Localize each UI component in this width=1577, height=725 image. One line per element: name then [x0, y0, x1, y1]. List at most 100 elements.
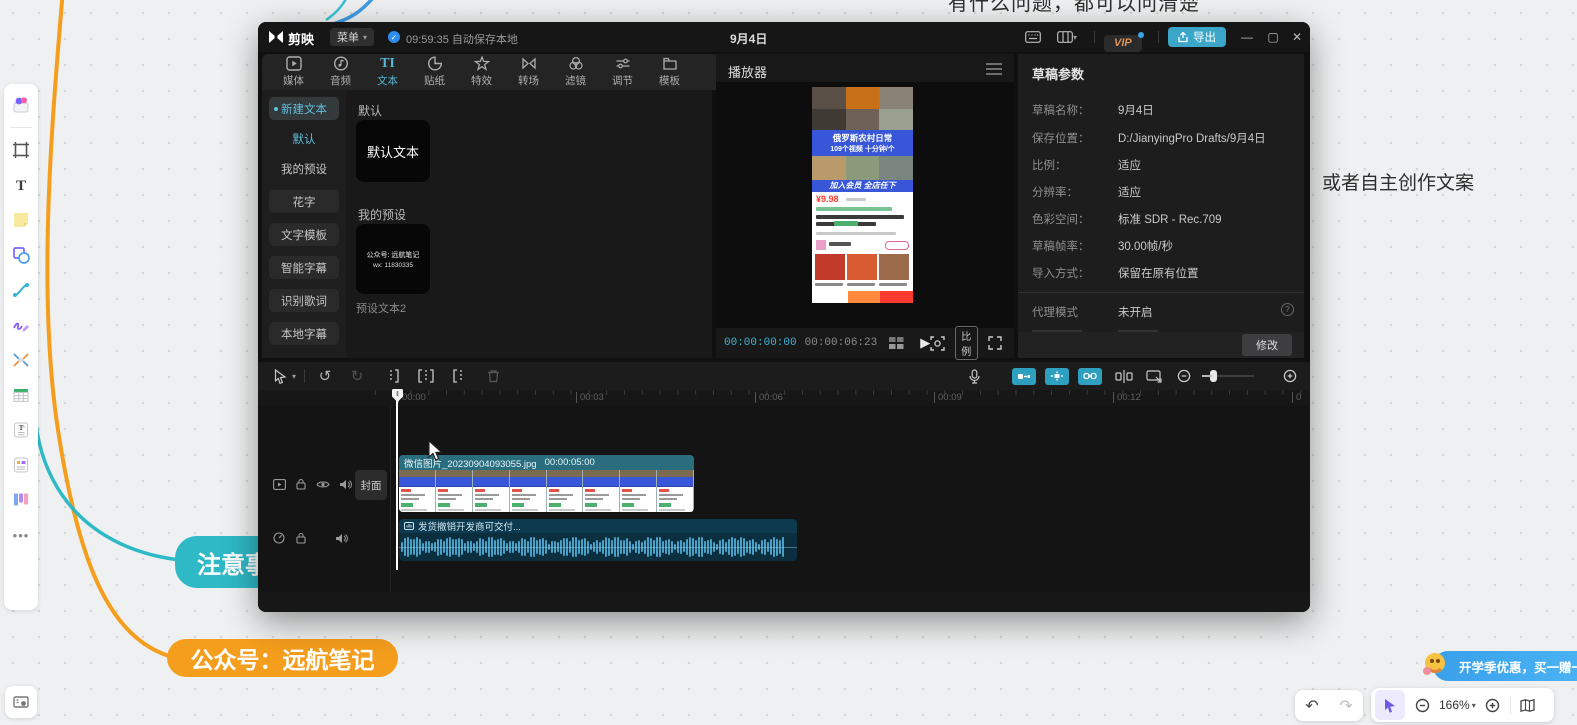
redo-icon[interactable]: ↷	[1331, 691, 1361, 721]
titlebar-divider	[1094, 31, 1095, 43]
sidebar-item-text-template[interactable]: 文字模板	[269, 223, 339, 246]
record-audio-icon[interactable]	[962, 365, 986, 387]
tool-templates[interactable]: 模板	[646, 56, 693, 88]
playhead-handle[interactable]	[392, 388, 403, 403]
undo-icon[interactable]: ↶	[1297, 691, 1327, 721]
playhead-line[interactable]	[396, 392, 398, 570]
zoom-out-icon[interactable]	[1407, 690, 1437, 720]
promo-banner[interactable]: 开学季优惠，买一赠一	[1433, 651, 1577, 681]
ruler-tick: 00:09	[934, 392, 962, 403]
default-text-card[interactable]: 默认文本	[356, 120, 430, 182]
modify-button[interactable]: 修改	[1242, 334, 1292, 356]
preset-text-card[interactable]: 公众号: 远航笔记 wx: 11830335	[356, 224, 430, 294]
whiteboard-canvas[interactable]: 有什么问题，都可以问清楚 ，或者自主创作文案 注意事 公众号：远航笔记 T T	[0, 0, 1577, 725]
tool-transition[interactable]: 转场	[505, 56, 552, 88]
export-button[interactable]: 导出	[1168, 27, 1226, 47]
tool-media[interactable]: 媒体	[270, 56, 317, 88]
timeline-toolbar: ▾ ↺ ↻	[258, 362, 1310, 390]
split-both-icon[interactable]	[414, 365, 438, 387]
menu-button[interactable]: 菜单▾	[330, 28, 374, 46]
presentation-settings-button[interactable]	[5, 686, 37, 718]
text-tool-icon[interactable]: T	[8, 172, 34, 198]
screen-adapt-icon[interactable]	[1142, 365, 1166, 387]
fullscreen-icon[interactable]	[988, 336, 1002, 350]
tool-sticker[interactable]: 贴纸	[411, 56, 458, 88]
audio-clip[interactable]: 发货撤销开发商可交付...	[399, 519, 797, 561]
pointer-tool-icon[interactable]	[1375, 690, 1405, 720]
linkage-toggle[interactable]	[1078, 368, 1102, 385]
preview-axis-icon[interactable]	[1112, 365, 1136, 387]
table-icon[interactable]	[8, 382, 34, 408]
shortcut-keys-icon[interactable]	[1020, 28, 1046, 46]
node-wechat[interactable]: 公众号：远航笔记	[167, 639, 398, 677]
video-clip-duration: 00:00:05:00	[545, 457, 595, 468]
video-preview-area[interactable]: 俄罗斯农村日常 109个视频 十分钟/个 加入会员 全店任下 ¥9.98	[716, 82, 1014, 328]
proxy-info-icon[interactable]: ?	[1281, 303, 1294, 316]
vip-badge[interactable]: VIP	[1104, 35, 1142, 52]
connector-icon[interactable]	[8, 277, 34, 303]
cover-button[interactable]: 封面	[355, 470, 387, 500]
shapes-icon[interactable]	[8, 242, 34, 268]
tool-label: 文本	[377, 73, 398, 88]
zoom-chevron-icon[interactable]: ▾	[1472, 701, 1476, 710]
minimap-icon[interactable]	[1513, 690, 1543, 720]
ratio-button[interactable]: 比例	[955, 326, 978, 360]
select-tool-icon[interactable]	[268, 365, 292, 387]
split-left-icon[interactable]	[381, 365, 405, 387]
timeline-ruler[interactable]: 00:00 00:03 00:06 00:09 00:12 0	[358, 390, 1302, 406]
timeline-zoom-in-icon[interactable]	[1278, 365, 1302, 387]
timeline-zoom-out-icon[interactable]	[1172, 365, 1196, 387]
minimize-button[interactable]: —	[1234, 28, 1260, 46]
lock-icon[interactable]	[292, 476, 310, 492]
auto-snap-toggle[interactable]	[1045, 368, 1069, 385]
redo-icon[interactable]: ↻	[345, 365, 369, 387]
tool-label: 调节	[612, 73, 633, 88]
split-right-icon[interactable]	[447, 365, 471, 387]
tool-filters[interactable]: 滤镜	[552, 56, 599, 88]
tool-effects[interactable]: 特效	[458, 56, 505, 88]
text-card-icon[interactable]: T	[8, 417, 34, 443]
kanban-icon[interactable]	[8, 487, 34, 513]
undo-icon[interactable]: ↺	[313, 365, 337, 387]
note-card-icon[interactable]	[8, 452, 34, 478]
pen-icon[interactable]	[8, 312, 34, 338]
mindmap-icon[interactable]	[8, 347, 34, 373]
speed-icon[interactable]	[270, 530, 288, 546]
sidebar-item-fancy-text[interactable]: 花字	[269, 190, 339, 213]
eye-icon[interactable]	[314, 476, 332, 492]
sidebar-item-local-captions[interactable]: 本地字幕	[269, 322, 339, 345]
more-icon[interactable]: •••	[8, 522, 34, 548]
zoom-in-icon[interactable]	[1478, 690, 1508, 720]
player-menu-icon[interactable]	[986, 63, 1002, 75]
mute-icon[interactable]	[336, 476, 354, 492]
timeline-zoom-slider[interactable]	[1202, 375, 1254, 377]
sidebar-item-smart-captions[interactable]: 智能字幕	[269, 256, 339, 279]
player-panel: 播放器 俄罗斯农村日常 109个视频 十分钟/个	[716, 54, 1014, 358]
frame-step-icon[interactable]	[889, 337, 904, 349]
main-track-magnet-toggle[interactable]	[1012, 368, 1036, 385]
delete-icon[interactable]	[481, 365, 505, 387]
sidebar-item-default[interactable]: 默认	[269, 127, 339, 150]
tool-text[interactable]: TI 文本	[364, 56, 411, 88]
mute-icon[interactable]	[332, 530, 350, 546]
maximize-button[interactable]: ▢	[1260, 28, 1286, 46]
tool-audio[interactable]: 音频	[317, 56, 364, 88]
play-button[interactable]: ▶	[920, 335, 930, 351]
media-library-icon[interactable]	[8, 92, 34, 118]
timeline-tracks[interactable]: 封面 微信图片_20230904093055.jpg 00:00:05:00	[258, 406, 1310, 592]
sidebar-item-lyrics-recognition[interactable]: 识别歌词	[269, 289, 339, 312]
toolbar-divider	[304, 369, 305, 383]
sidebar-item-my-presets[interactable]: 我的预设	[269, 157, 339, 180]
close-button[interactable]: ✕	[1284, 28, 1310, 46]
lock-icon[interactable]	[292, 530, 310, 546]
video-track-icon[interactable]	[270, 476, 288, 492]
tool-adjust[interactable]: 调节	[599, 56, 646, 88]
video-clip[interactable]: 微信图片_20230904093055.jpg 00:00:05:00	[399, 455, 694, 512]
select-tool-chevron-icon[interactable]: ▾	[292, 372, 296, 381]
layout-switch-icon[interactable]: ▾	[1050, 28, 1084, 46]
zoom-level[interactable]: 166%	[1439, 698, 1470, 712]
sticky-note-icon[interactable]	[8, 207, 34, 233]
frame-icon[interactable]	[8, 137, 34, 163]
focus-frame-icon[interactable]	[930, 336, 945, 351]
sidebar-item-new-text[interactable]: 新建文本	[269, 97, 339, 120]
